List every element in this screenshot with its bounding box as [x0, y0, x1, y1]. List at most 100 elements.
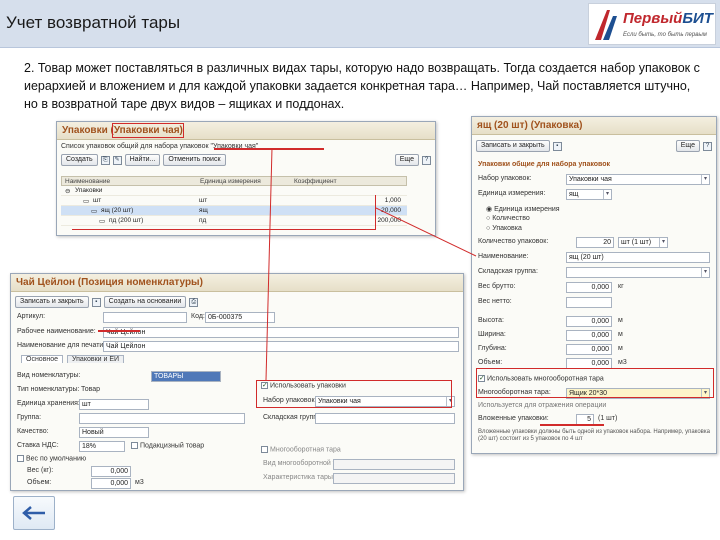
field-label: Единица хранения: [17, 400, 80, 407]
section-title: Упаковки общие для набора упаковок [478, 161, 611, 168]
net-weight-field[interactable] [566, 297, 612, 308]
dropdown-icon[interactable]: ▾ [659, 238, 667, 247]
tab-main[interactable]: Основное [21, 355, 64, 363]
annotation-underline [98, 330, 140, 332]
tare-kind-field[interactable] [333, 459, 455, 470]
field-label: Наименование: [478, 253, 529, 260]
weight-field[interactable]: 0,000 [91, 466, 131, 477]
vat-field[interactable]: 18% [79, 441, 125, 452]
create-based-button[interactable]: Создать на основании [103, 296, 187, 308]
default-weight-checkbox[interactable]: Вес по умолчанию [17, 455, 86, 462]
package-name-field[interactable]: ящ (20 шт) [566, 252, 710, 263]
excise-checkbox[interactable]: Подакцизный товар [131, 442, 204, 449]
radio-package[interactable]: ○ Упаковка [486, 225, 522, 232]
field-label: Объем: [478, 359, 503, 366]
package-count-field[interactable]: 20 [576, 237, 614, 248]
field-label: Глубина: [478, 345, 507, 352]
field-label: Ставка НДС: [17, 442, 59, 449]
field-label: Вид номенклатуры: [17, 372, 81, 379]
save-icon[interactable]: ▪ [552, 141, 562, 151]
storage-group-field[interactable]: ▾ [566, 267, 710, 278]
tare-char-field[interactable] [333, 473, 455, 484]
unit-field[interactable]: шт [79, 399, 149, 410]
more-button[interactable]: Еще [675, 140, 700, 152]
vol-unit: м3 [135, 479, 144, 486]
column-name: Наименование [65, 178, 111, 185]
cancel-search-button[interactable]: Отменить поиск [163, 154, 226, 166]
return-tare-checkbox[interactable]: Многооборотная тара [261, 446, 341, 453]
more-button[interactable]: Еще [394, 154, 419, 166]
dropdown-icon[interactable]: ▾ [603, 190, 611, 199]
group-field[interactable] [79, 413, 245, 424]
radio-single[interactable]: ◉ Единица измерения [486, 205, 560, 213]
field-label: Код: [191, 313, 205, 320]
depth-field[interactable]: 0,000 [566, 344, 612, 355]
find-button[interactable]: Найти... [124, 154, 161, 166]
work-name-field[interactable]: Чай Цейлон [103, 327, 459, 338]
field-label: Вес нетто: [478, 298, 512, 305]
unit-field[interactable]: ящ ▾ [566, 189, 612, 200]
field-label: Рабочее наименование: [17, 328, 96, 335]
quality-field[interactable]: Новый [79, 427, 149, 438]
print-name-field[interactable]: Чай Цейлон [103, 341, 459, 352]
print-icon[interactable]: ⎙ [189, 297, 199, 307]
annotation-underline [540, 424, 604, 426]
packages-subtitle: Список упаковок общий для набора упаково… [61, 142, 259, 150]
slide-header: Учет возвратной тары ПервыйБИТ Если быть… [0, 0, 720, 48]
article-field[interactable] [103, 312, 187, 323]
package-card-window: ящ (20 шт) (Упаковка) Записать и закрыть… [471, 116, 717, 454]
back-button[interactable] [13, 496, 55, 530]
annotation-box [112, 123, 184, 138]
save-close-button[interactable]: Записать и закрыть [15, 296, 89, 308]
checkbox-icon[interactable] [131, 442, 138, 449]
logo-text: ПервыйБИТ [623, 10, 713, 27]
save-icon[interactable]: ▪ [91, 297, 101, 307]
create-button[interactable]: Создать [61, 154, 98, 166]
nomenclature-title: Чай Цейлон (Позиция номенклатуры) [11, 274, 463, 292]
dim-unit: м [618, 317, 623, 324]
slide-description: 2. Товар может поставляться в различных … [24, 61, 700, 111]
checkbox-icon[interactable] [261, 446, 268, 453]
package-group-field[interactable] [315, 413, 455, 424]
checkbox-icon[interactable] [17, 455, 24, 462]
logo-brand-first: Первый [623, 10, 683, 27]
collapse-icon[interactable]: ⊖ [65, 187, 70, 195]
dropdown-icon[interactable]: ▾ [701, 175, 709, 184]
field-label: Вложенные упаковки: [478, 415, 549, 422]
return-note: Используется для отражения операции [478, 402, 607, 409]
width-field[interactable]: 0,000 [566, 330, 612, 341]
field-label: Тип номенклатуры: [17, 386, 80, 393]
package-set-field[interactable]: Упаковки чая ▾ [566, 174, 710, 185]
annotation-box [256, 380, 452, 408]
field-label: Количество упаковок: [478, 238, 549, 245]
save-close-button[interactable]: Записать и закрыть [476, 140, 550, 152]
annotation-underline [214, 148, 324, 150]
parent-package-field[interactable]: шт (1 шт) ▾ [618, 237, 668, 248]
help-icon[interactable]: ? [422, 155, 431, 165]
annotation-box [72, 195, 376, 230]
height-field[interactable]: 0,000 [566, 316, 612, 327]
code-field[interactable]: 0Б-000375 [205, 312, 275, 323]
arrow-left-icon [22, 506, 45, 520]
kind-field[interactable]: ТОВАРЫ [151, 371, 221, 382]
field-label: Объем: [27, 479, 52, 486]
logo-slogan: Если быть, то быть первым [623, 32, 707, 38]
packages-toolbar: Создать ⎘ ✎ Найти... Отменить поиск Еще … [57, 152, 435, 168]
company-logo: ПервыйБИТ Если быть, то быть первым [588, 3, 716, 45]
edit-icon[interactable]: ✎ [112, 155, 122, 165]
help-icon[interactable]: ? [703, 141, 712, 151]
vol-unit: м3 [618, 359, 627, 366]
copy-icon[interactable]: ⎘ [100, 155, 110, 165]
field-label: Набор упаковок: [478, 175, 532, 182]
field-label: Качество: [17, 428, 49, 435]
column-unit: Единица измерения [200, 178, 261, 185]
type-value: Товар [81, 386, 101, 393]
gross-weight-field[interactable]: 0,000 [566, 282, 612, 293]
tab-packages[interactable]: Упаковки и ЕИ [67, 355, 125, 363]
field-label: Единица измерения: [478, 190, 546, 197]
package-card-toolbar: Записать и закрыть ▪ Еще ? [472, 138, 716, 154]
dropdown-icon[interactable]: ▾ [701, 268, 709, 277]
slide-title: Учет возвратной тары [6, 13, 181, 32]
radio-count[interactable]: ○ Количество [486, 215, 530, 222]
volume-field[interactable]: 0,000 [91, 478, 131, 489]
